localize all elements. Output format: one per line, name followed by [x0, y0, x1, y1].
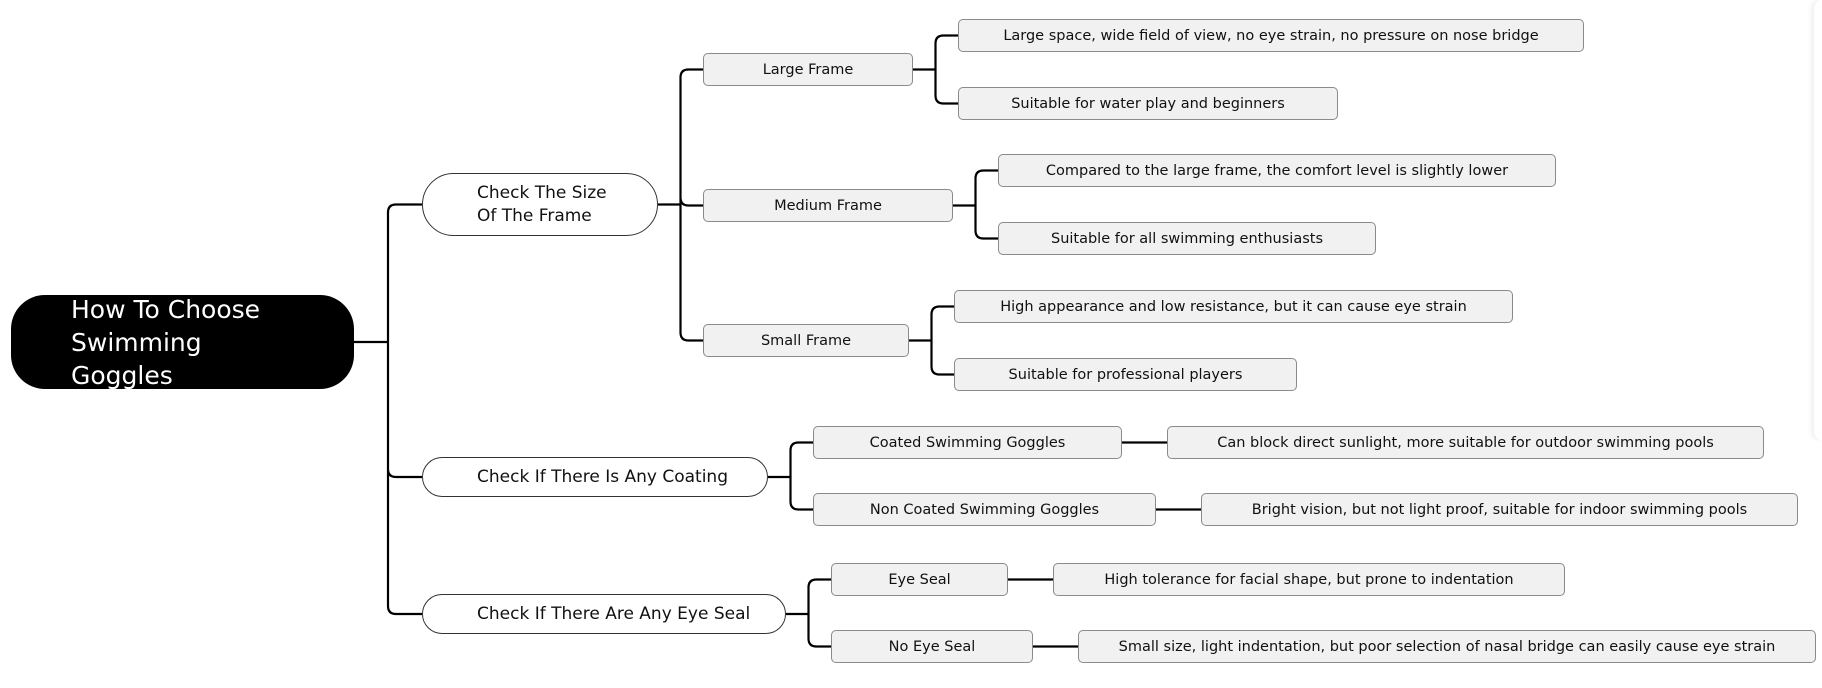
detail-item[interactable]: Small size, light indentation, but poor … — [1078, 630, 1816, 663]
detail-label: High tolerance for facial shape, but pro… — [1104, 571, 1514, 588]
subtopic-non-coated[interactable]: Non Coated Swimming Goggles — [813, 493, 1156, 526]
subtopic-connector — [913, 34, 958, 105]
subtopic-label: No Eye Seal — [888, 638, 976, 655]
detail-item[interactable]: Compared to the large frame, the comfort… — [998, 154, 1556, 187]
subtopic-eye-seal[interactable]: Eye Seal — [831, 563, 1008, 596]
branch-connector — [786, 578, 831, 648]
branch-connector — [768, 441, 813, 511]
detail-label: Large space, wide field of view, no eye … — [1003, 27, 1539, 44]
subtopic-label: Eye Seal — [888, 571, 951, 588]
branch-label: Check If There Is Any Coating — [477, 466, 728, 487]
branch-frame-size[interactable]: Check The Size Of The Frame — [422, 173, 658, 236]
subtopic-large-frame[interactable]: Large Frame — [703, 53, 913, 86]
subtopic-small-frame[interactable]: Small Frame — [703, 324, 909, 357]
root-topic[interactable]: How To Choose Swimming Goggles — [11, 294, 354, 390]
root-topic-label: How To Choose Swimming Goggles — [71, 294, 261, 390]
branch-connector — [658, 68, 703, 342]
branch-label: Check The Size Of The Frame — [477, 182, 607, 226]
branch-label: Check If There Are Any Eye Seal — [477, 603, 751, 624]
detail-item[interactable]: Can block direct sunlight, more suitable… — [1167, 426, 1764, 459]
subtopic-no-eye-seal[interactable]: No Eye Seal — [831, 630, 1033, 663]
subtopic-connector — [953, 169, 998, 240]
side-panel-edge — [1814, 0, 1822, 440]
detail-label: High appearance and low resistance, but … — [1000, 298, 1467, 315]
detail-item[interactable]: Suitable for water play and beginners — [958, 87, 1338, 120]
detail-label: Suitable for water play and beginners — [1011, 95, 1285, 112]
detail-label: Can block direct sunlight, more suitable… — [1217, 434, 1714, 451]
detail-item[interactable]: Suitable for all swimming enthusiasts — [998, 222, 1376, 255]
subtopic-label: Non Coated Swimming Goggles — [869, 501, 1100, 518]
subtopic-label: Medium Frame — [774, 197, 882, 214]
subtopic-coated[interactable]: Coated Swimming Goggles — [813, 426, 1122, 459]
subtopic-label: Coated Swimming Goggles — [869, 434, 1066, 451]
branch-coating[interactable]: Check If There Is Any Coating — [422, 457, 768, 497]
detail-label: Compared to the large frame, the comfort… — [1045, 162, 1509, 179]
detail-label: Suitable for all swimming enthusiasts — [1050, 230, 1324, 247]
detail-item[interactable]: High tolerance for facial shape, but pro… — [1053, 563, 1565, 596]
detail-item[interactable]: High appearance and low resistance, but … — [954, 290, 1513, 323]
detail-item[interactable]: Large space, wide field of view, no eye … — [958, 19, 1584, 52]
detail-label: Small size, light indentation, but poor … — [1118, 638, 1776, 655]
subtopic-medium-frame[interactable]: Medium Frame — [703, 189, 953, 222]
subtopic-connector — [909, 305, 954, 376]
subtopic-label: Large Frame — [762, 61, 854, 78]
detail-label: Suitable for professional players — [1008, 366, 1243, 383]
detail-label: Bright vision, but not light proof, suit… — [1251, 501, 1748, 518]
root-connector — [354, 203, 422, 616]
subtopic-label: Small Frame — [760, 332, 852, 349]
detail-item[interactable]: Suitable for professional players — [954, 358, 1297, 391]
branch-eye-seal[interactable]: Check If There Are Any Eye Seal — [422, 594, 786, 634]
detail-item[interactable]: Bright vision, but not light proof, suit… — [1201, 493, 1798, 526]
